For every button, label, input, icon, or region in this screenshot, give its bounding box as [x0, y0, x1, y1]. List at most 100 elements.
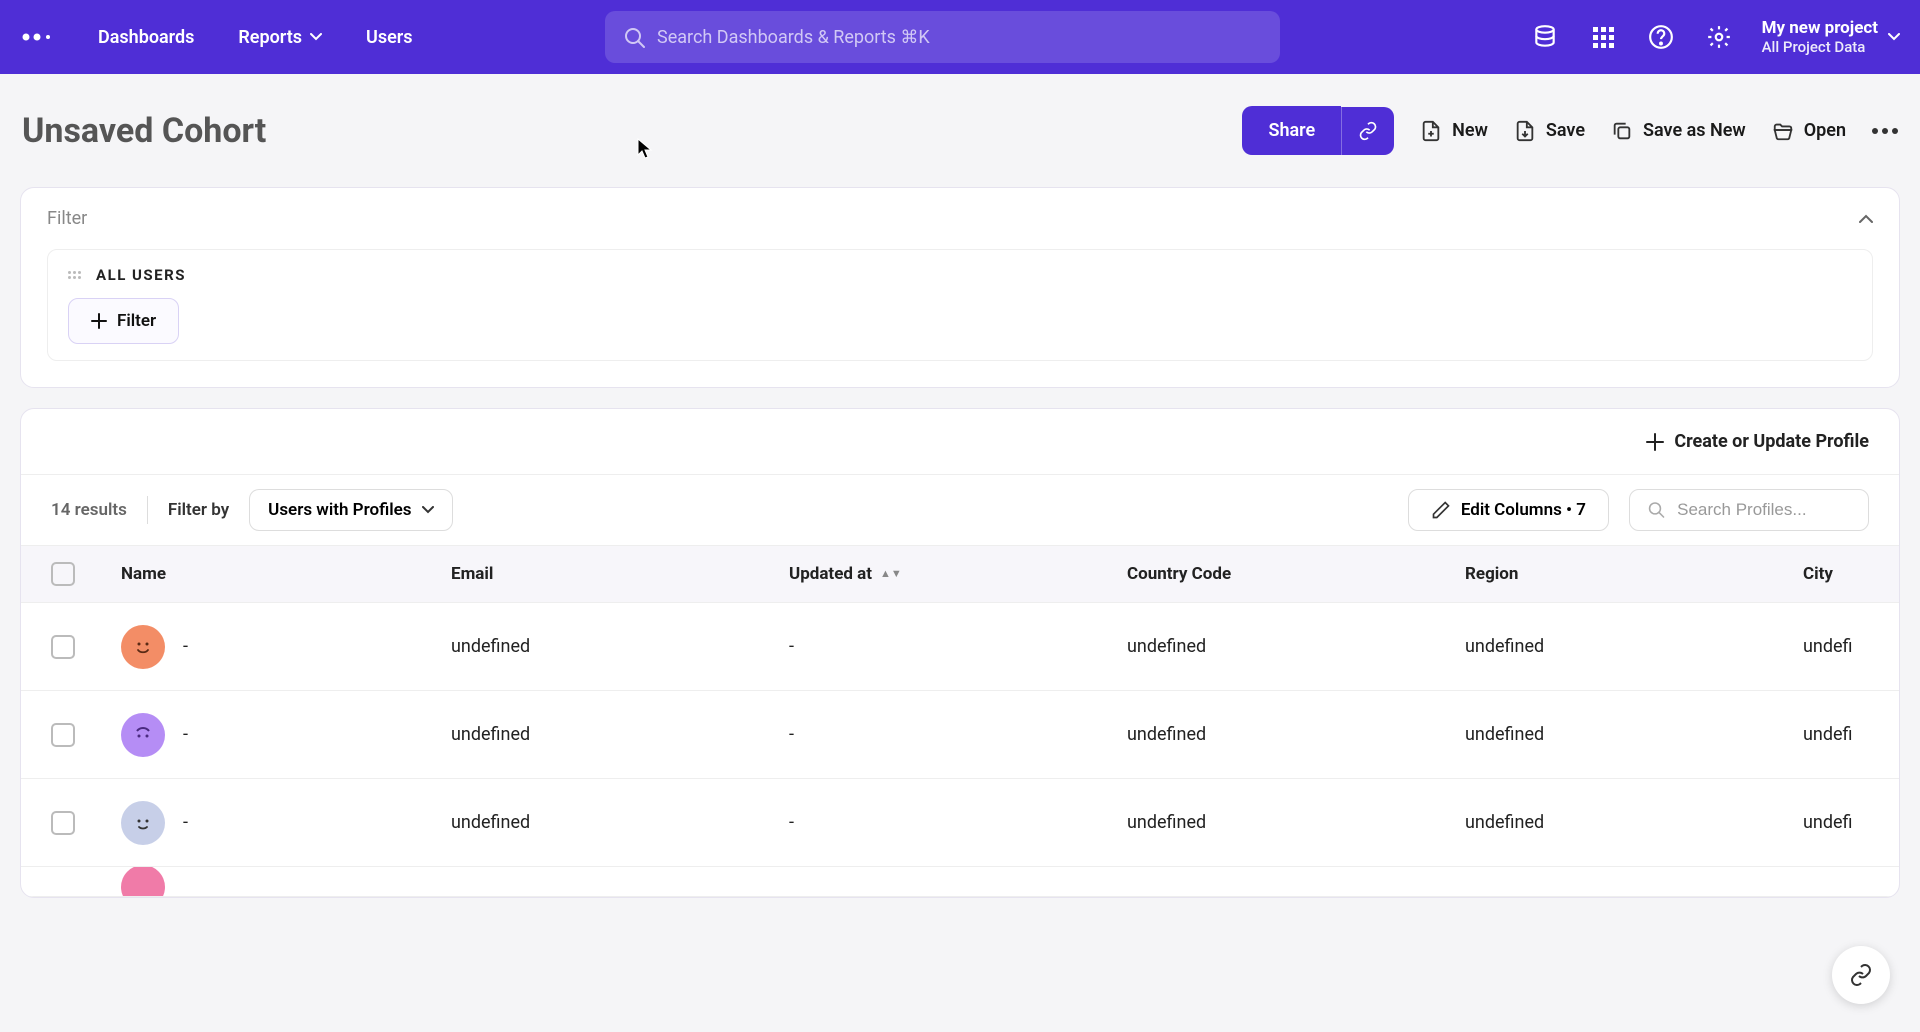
cell-city: undefi — [1803, 812, 1900, 833]
search-icon — [1648, 500, 1665, 520]
table-row[interactable] — [21, 867, 1899, 897]
all-users-block: ALL USERS Filter — [47, 249, 1873, 361]
share-button[interactable]: Share — [1242, 106, 1341, 155]
share-button-group: Share — [1242, 106, 1394, 155]
all-users-header: ALL USERS — [68, 266, 1852, 284]
sort-icon: ▲▼ — [880, 571, 902, 577]
table-row[interactable]: - undefined - undefined undefined undefi — [21, 603, 1899, 691]
data-icon[interactable] — [1530, 22, 1560, 52]
divider — [147, 496, 148, 524]
row-checkbox[interactable] — [51, 635, 75, 659]
apps-grid-icon[interactable] — [1588, 22, 1618, 52]
profiles-table: Name Email Updated at ▲▼ Country Code Re… — [21, 545, 1899, 897]
new-button[interactable]: New — [1420, 120, 1488, 142]
cell-updated: - — [789, 724, 1127, 745]
cell-name: - — [183, 724, 188, 745]
copy-icon — [1611, 120, 1633, 142]
col-name[interactable]: Name — [121, 564, 451, 584]
folder-open-icon — [1772, 120, 1794, 142]
avatar — [121, 801, 165, 845]
floating-link-button[interactable] — [1832, 946, 1890, 1004]
save-icon — [1514, 120, 1536, 142]
cell-email: undefined — [451, 812, 789, 833]
cell-region: undefined — [1465, 812, 1803, 833]
table-row[interactable]: - undefined - undefined undefined undefi — [21, 779, 1899, 867]
plus-icon — [91, 313, 107, 329]
cell-region: undefined — [1465, 636, 1803, 657]
open-button[interactable]: Open — [1772, 120, 1846, 142]
uwp-label: Users with Profiles — [268, 500, 411, 520]
filter-body: ALL USERS Filter — [21, 249, 1899, 387]
search-icon — [623, 26, 645, 48]
cell-region: undefined — [1465, 724, 1803, 745]
nav-reports[interactable]: Reports — [216, 0, 344, 74]
chevron-down-icon — [310, 33, 322, 41]
chevron-up-icon — [1859, 214, 1873, 224]
search-profiles[interactable] — [1629, 489, 1869, 531]
cell-cc: undefined — [1127, 812, 1465, 833]
page-header: Unsaved Cohort Share New Save Save as Ne… — [0, 74, 1920, 167]
drag-handle-icon[interactable] — [68, 271, 82, 279]
cell-email: undefined — [451, 724, 789, 745]
select-all-checkbox[interactable] — [51, 562, 75, 586]
open-label: Open — [1804, 120, 1846, 141]
edit-columns-label: Edit Columns • 7 — [1461, 500, 1586, 520]
save-label: Save — [1546, 120, 1585, 141]
avatar — [121, 867, 165, 897]
copy-link-button[interactable] — [1341, 107, 1394, 155]
help-icon[interactable] — [1646, 22, 1676, 52]
topbar-right: My new project All Project Data — [1530, 18, 1900, 56]
app-logo[interactable] — [18, 18, 56, 56]
avatar — [121, 625, 165, 669]
edit-columns-button[interactable]: Edit Columns • 7 — [1408, 489, 1609, 531]
col-country-code[interactable]: Country Code — [1127, 564, 1465, 584]
chevron-down-icon — [1888, 33, 1900, 41]
cell-updated: - — [789, 812, 1127, 833]
pencil-icon — [1431, 500, 1451, 520]
cell-cc: undefined — [1127, 636, 1465, 657]
cell-city: undefi — [1803, 636, 1900, 657]
create-profile-label: Create or Update Profile — [1674, 431, 1869, 452]
project-switcher[interactable]: My new project All Project Data — [1762, 18, 1900, 56]
col-region[interactable]: Region — [1465, 564, 1803, 584]
table-row[interactable]: - undefined - undefined undefined undefi — [21, 691, 1899, 779]
link-icon — [1849, 963, 1873, 987]
global-search[interactable]: Search Dashboards & Reports ⌘K — [605, 11, 1280, 63]
save-as-new-button[interactable]: Save as New — [1611, 120, 1746, 142]
profiles-card: Create or Update Profile 14 results Filt… — [20, 408, 1900, 898]
page-title: Unsaved Cohort — [22, 111, 266, 151]
search-placeholder: Search Dashboards & Reports ⌘K — [657, 27, 930, 48]
create-profile-row: Create or Update Profile — [21, 409, 1899, 475]
add-filter-label: Filter — [117, 311, 156, 331]
nav-reports-label: Reports — [238, 27, 302, 48]
link-icon — [1358, 121, 1378, 141]
row-checkbox[interactable] — [51, 811, 75, 835]
create-profile-button[interactable]: Create or Update Profile — [1646, 431, 1869, 452]
col-email[interactable]: Email — [451, 564, 789, 584]
cell-email: undefined — [451, 636, 789, 657]
search-profiles-input[interactable] — [1677, 500, 1850, 520]
profiles-tools-row: 14 results Filter by Users with Profiles… — [21, 475, 1899, 545]
col-updated-label: Updated at — [789, 564, 872, 584]
cell-name: - — [183, 812, 188, 833]
users-with-profiles-dropdown[interactable]: Users with Profiles — [249, 489, 452, 531]
save-button[interactable]: Save — [1514, 120, 1585, 142]
col-city[interactable]: City — [1803, 564, 1900, 584]
new-label: New — [1452, 120, 1488, 141]
more-menu[interactable] — [1872, 128, 1898, 134]
nav-dashboards[interactable]: Dashboards — [76, 0, 216, 74]
add-filter-button[interactable]: Filter — [68, 298, 179, 344]
row-checkbox[interactable] — [51, 723, 75, 747]
settings-icon[interactable] — [1704, 22, 1734, 52]
nav-users[interactable]: Users — [344, 0, 435, 74]
filter-by-label: Filter by — [168, 500, 229, 520]
cell-updated: - — [789, 636, 1127, 657]
filter-section-header[interactable]: Filter — [21, 188, 1899, 249]
results-count: 14 results — [51, 500, 127, 520]
cell-name: - — [183, 636, 188, 657]
cell-cc: undefined — [1127, 724, 1465, 745]
col-updated-at[interactable]: Updated at ▲▼ — [789, 564, 1127, 584]
save-as-new-label: Save as New — [1643, 120, 1746, 141]
project-name: My new project — [1762, 18, 1878, 38]
cell-city: undefi — [1803, 724, 1900, 745]
